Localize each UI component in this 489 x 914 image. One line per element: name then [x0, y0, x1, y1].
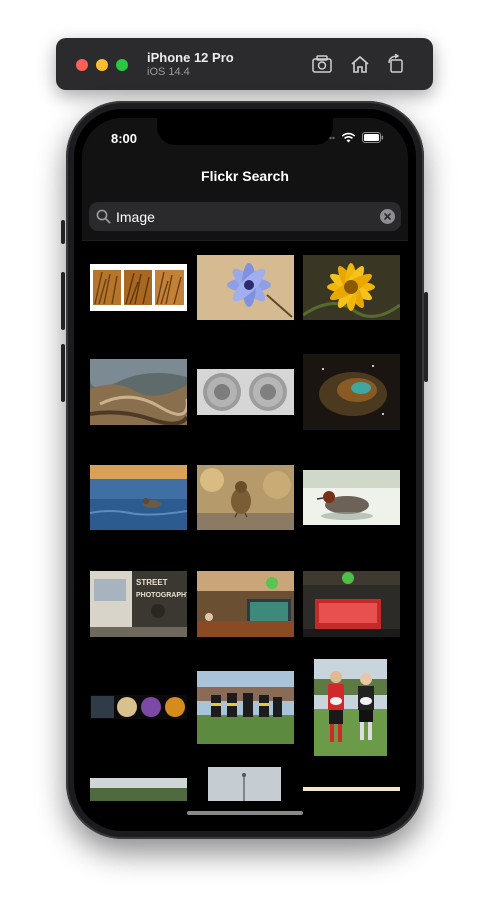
- photo-partial-2[interactable]: [208, 767, 281, 801]
- wifi-icon: [341, 132, 356, 143]
- photo-silver-coins[interactable]: [197, 369, 294, 415]
- home-indicator[interactable]: [187, 811, 303, 815]
- search-field[interactable]: [89, 202, 401, 231]
- navigation-bar: Flickr Search: [82, 162, 408, 196]
- photo-canyon-aerial[interactable]: [90, 359, 187, 425]
- photo-bird-on-water[interactable]: [90, 465, 187, 530]
- photo-sparrow[interactable]: [197, 465, 294, 530]
- phone-screen: 8:00 Flickr Search Image STREET PHOTOGRA…: [82, 118, 408, 824]
- rotate-icon[interactable]: [385, 54, 407, 74]
- photo-street-photography-book[interactable]: STREET PHOTOGRAPHY: [90, 571, 187, 637]
- search-bar: [82, 196, 408, 241]
- photo-triptych-grass[interactable]: [90, 264, 187, 311]
- photo-planet-strip[interactable]: [90, 695, 187, 719]
- volume-up-button: [61, 272, 65, 330]
- photo-nebula[interactable]: [303, 354, 400, 430]
- svg-text:STREET: STREET: [136, 578, 168, 587]
- nav-title: Flickr Search: [201, 168, 289, 184]
- photo-two-kids-rugby[interactable]: [314, 659, 387, 756]
- photo-rugby-team[interactable]: [197, 671, 294, 744]
- volume-down-button: [61, 344, 65, 402]
- clear-icon: [384, 213, 391, 220]
- power-button: [424, 292, 428, 382]
- mute-switch: [61, 220, 65, 244]
- photo-partial-1[interactable]: [90, 778, 187, 801]
- photo-grid: STREET PHOTOGRAPHY: [82, 241, 408, 801]
- photo-blue-flower[interactable]: [197, 255, 294, 320]
- photo-yellow-flower[interactable]: [303, 255, 400, 320]
- search-input[interactable]: [114, 205, 368, 229]
- photo-duck[interactable]: [303, 470, 400, 525]
- clear-search-button[interactable]: [380, 209, 395, 224]
- notch: [157, 118, 333, 145]
- close-window-button[interactable]: [76, 59, 88, 71]
- status-time: 8:00: [111, 131, 138, 146]
- photo-red-stage-screen[interactable]: [303, 571, 400, 637]
- minimize-window-button[interactable]: [96, 59, 108, 71]
- zoom-window-button[interactable]: [116, 59, 128, 71]
- battery-icon: [362, 132, 384, 143]
- svg-text:PHOTOGRAPHY: PHOTOGRAPHY: [136, 592, 187, 599]
- photo-partial-3[interactable]: [303, 787, 400, 801]
- status-icons: [323, 132, 384, 143]
- os-version: iOS 14.4: [147, 66, 190, 78]
- search-icon: [96, 209, 111, 224]
- photo-classroom[interactable]: [197, 571, 294, 637]
- device-name: iPhone 12 Pro: [147, 50, 234, 65]
- home-icon[interactable]: [349, 54, 371, 74]
- camera-screenshot-icon[interactable]: [311, 54, 333, 74]
- simulator-toolbar: iPhone 12 Pro iOS 14.4: [56, 38, 433, 90]
